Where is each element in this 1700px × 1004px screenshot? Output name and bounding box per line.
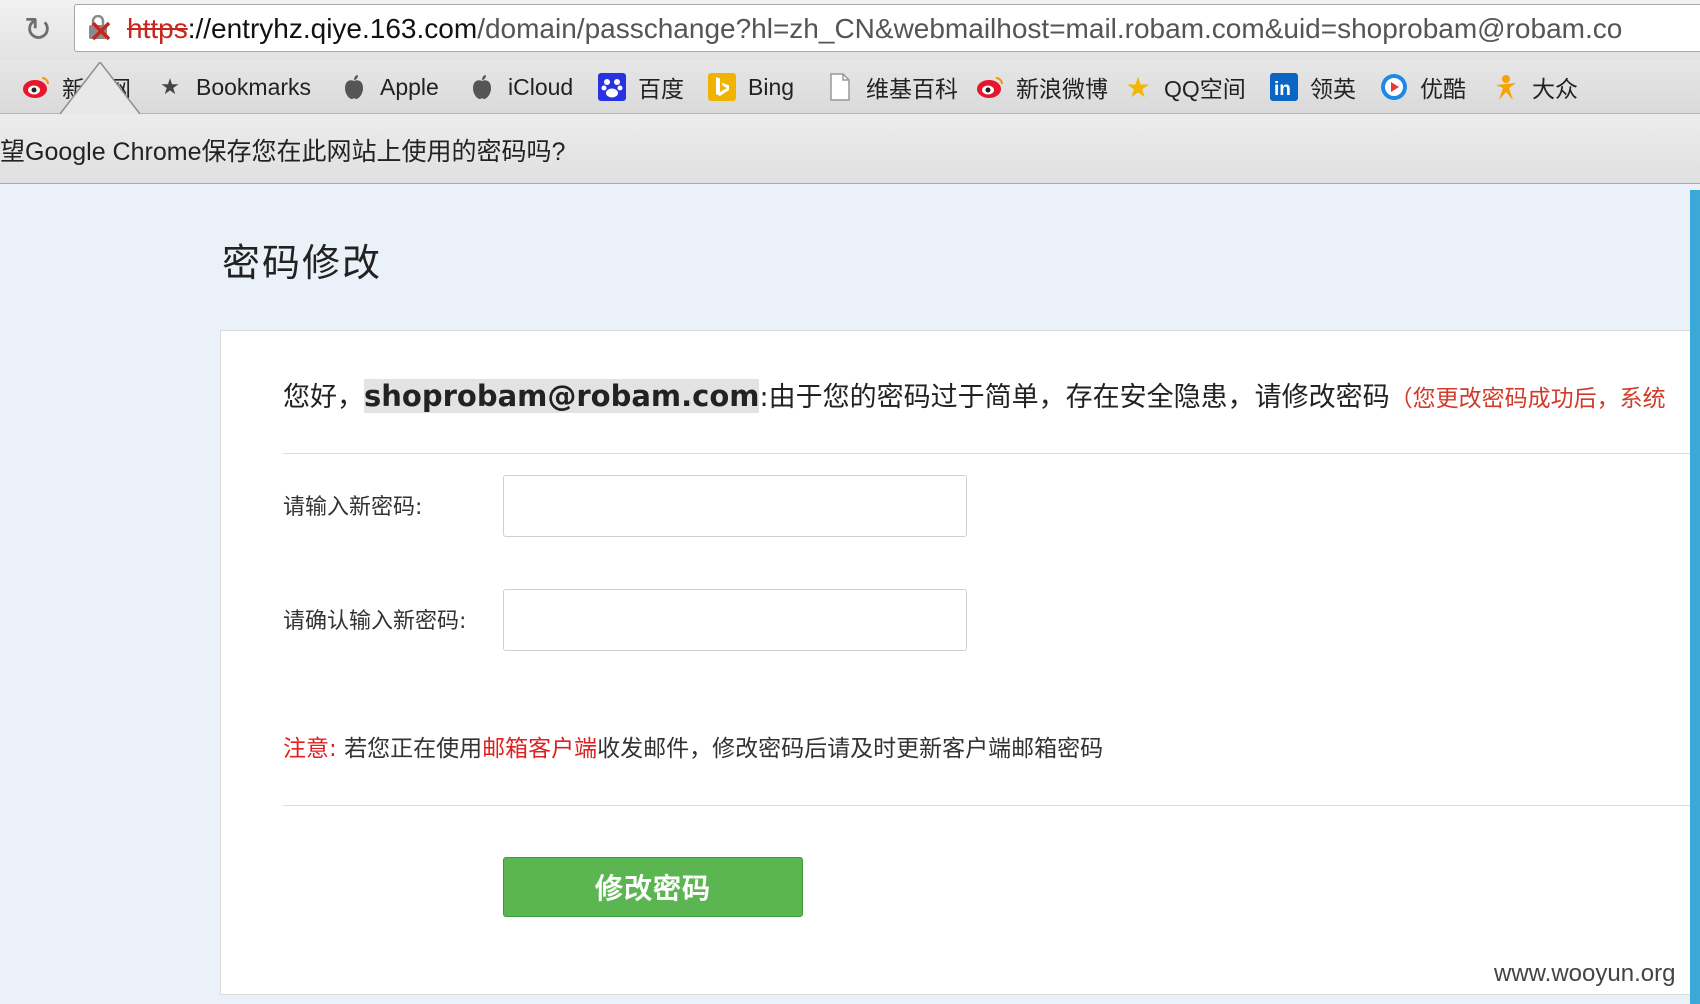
confirm-password-label: 请确认输入新密码: bbox=[283, 609, 467, 634]
url-host: ://entryhz.qiye.163.com bbox=[187, 13, 478, 44]
bookmark-label: 领英 bbox=[1310, 76, 1356, 102]
bookmark-label: Apple bbox=[380, 73, 439, 100]
password-save-infobar: 望Google Chrome保存您在此网站上使用的密码吗? bbox=[0, 114, 1700, 184]
warning-text-1: 若您正在使用 bbox=[344, 736, 483, 762]
bookmark-qzone[interactable]: ★ QQ空间 bbox=[1124, 70, 1246, 104]
bookmark-label: Bing bbox=[748, 73, 795, 100]
greeting-note: （您更改密码成功后，系统 bbox=[1389, 386, 1666, 412]
bookmark-wikipedia[interactable]: 维基百科 bbox=[826, 70, 958, 104]
watermark: www.wooyun.org bbox=[1494, 960, 1676, 987]
bookmark-linkedin[interactable]: in 领英 bbox=[1270, 70, 1356, 104]
bookmarks-bar: 新浪网 ★ Bookmarks Apple iCloud 百度 Bing 维基百… bbox=[0, 60, 1700, 114]
user-email: shoprobam@robam.com bbox=[364, 379, 760, 413]
person-icon bbox=[1492, 73, 1520, 101]
warning-text-2: 收发邮件，修改密码后请及时更新客户端邮箱密码 bbox=[597, 736, 1104, 762]
new-password-input[interactable] bbox=[503, 475, 967, 537]
bookmark-youku[interactable]: 优酷 bbox=[1380, 70, 1466, 104]
bookmark-bing[interactable]: Bing bbox=[708, 70, 794, 104]
warning-prefix: 注意: bbox=[283, 736, 337, 762]
weibo-icon bbox=[976, 73, 1004, 101]
qzone-star-icon: ★ bbox=[1125, 71, 1151, 103]
broken-lock-icon bbox=[89, 15, 111, 41]
reload-icon[interactable]: ↻ bbox=[20, 12, 56, 48]
apple-icon bbox=[340, 73, 368, 101]
password-change-card: 您好，shoprobam@robam.com:由于您的密码过于简单，存在安全隐患… bbox=[220, 330, 1700, 995]
weibo-icon bbox=[22, 73, 50, 101]
client-warning: 注意: 若您正在使用邮箱客户端收发邮件，修改密码后请及时更新客户端邮箱密码 bbox=[283, 729, 1103, 763]
bookmark-label: 大众 bbox=[1532, 76, 1578, 102]
bookmark-apple[interactable]: Apple bbox=[340, 70, 439, 104]
bing-icon bbox=[708, 73, 736, 101]
greeting-suffix: :由于您的密码过于简单，存在安全隐患，请修改密码 bbox=[759, 382, 1390, 413]
baidu-paw-icon bbox=[598, 73, 626, 101]
confirm-password-input[interactable] bbox=[503, 589, 967, 651]
browser-toolbar: ↻ https://entryhz.qiye.163.com/domain/pa… bbox=[0, 0, 1700, 60]
url-path: /domain/passchange?hl=zh_CN&webmailhost=… bbox=[477, 13, 1623, 44]
bookmark-icloud[interactable]: iCloud bbox=[468, 70, 573, 104]
bookmark-weibo[interactable]: 新浪微博 bbox=[976, 70, 1108, 104]
bookmark-label: 维基百科 bbox=[866, 76, 958, 102]
bookmark-label: 优酷 bbox=[1420, 76, 1466, 102]
page-icon bbox=[826, 73, 854, 101]
divider bbox=[283, 805, 1700, 806]
bookmark-label: 百度 bbox=[638, 76, 684, 102]
youku-icon bbox=[1380, 73, 1408, 101]
star-icon: ★ bbox=[160, 74, 180, 99]
page-title: 密码修改 bbox=[222, 241, 383, 285]
address-bar[interactable]: https://entryhz.qiye.163.com/domain/pass… bbox=[74, 4, 1700, 52]
bookmark-label: Bookmarks bbox=[196, 73, 312, 100]
mail-client-link[interactable]: 邮箱客户端 bbox=[482, 736, 597, 762]
bookmark-baidu[interactable]: 百度 bbox=[598, 70, 684, 104]
change-password-button[interactable]: 修改密码 bbox=[503, 857, 803, 917]
greeting-message: 您好，shoprobam@robam.com:由于您的密码过于简单，存在安全隐患… bbox=[283, 375, 1666, 414]
linkedin-icon: in bbox=[1270, 73, 1298, 101]
bookmark-label: iCloud bbox=[508, 73, 574, 100]
bookmark-label: QQ空间 bbox=[1164, 76, 1246, 102]
url-text: https://entryhz.qiye.163.com/domain/pass… bbox=[127, 13, 1622, 45]
infobar-arrow-icon bbox=[60, 62, 140, 115]
bookmark-dazhong[interactable]: 大众 bbox=[1492, 70, 1578, 104]
infobar-message: 望Google Chrome保存您在此网站上使用的密码吗? bbox=[0, 138, 566, 166]
apple-icon bbox=[468, 73, 496, 101]
greeting-prefix: 您好， bbox=[283, 382, 364, 413]
new-password-label: 请输入新密码: bbox=[283, 495, 423, 520]
svg-text:in: in bbox=[1274, 79, 1291, 100]
divider bbox=[283, 453, 1700, 454]
url-scheme: https bbox=[127, 13, 188, 44]
bookmark-label: 新浪微博 bbox=[1016, 76, 1108, 102]
window-edge bbox=[1690, 190, 1700, 1004]
bookmark-bookmarks[interactable]: ★ Bookmarks bbox=[156, 70, 311, 104]
